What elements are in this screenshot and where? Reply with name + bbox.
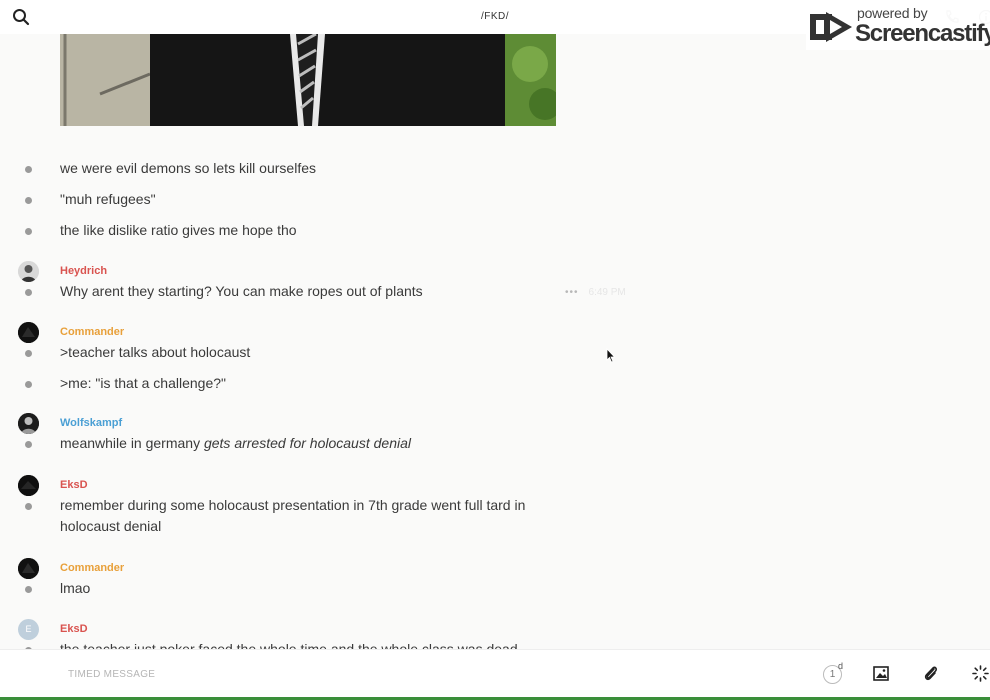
spinner-icon[interactable] xyxy=(972,665,989,687)
message-bullet xyxy=(25,381,32,388)
more-options-icon[interactable]: ••• xyxy=(565,287,579,298)
message-bullet xyxy=(25,228,32,235)
message-text: meanwhile in germany gets arrested for h… xyxy=(60,435,411,451)
message-group: E EksD the teacher just poker faced the … xyxy=(0,618,990,649)
embedded-image[interactable] xyxy=(60,34,556,126)
image-icon[interactable] xyxy=(873,666,889,686)
avatar[interactable] xyxy=(18,413,39,434)
author-name[interactable]: EksD xyxy=(60,623,88,635)
message-text: Why arent they starting? You can make ro… xyxy=(60,283,423,299)
timer-unit: d xyxy=(838,661,844,671)
message-text: >me: "is that a challenge?" xyxy=(60,375,226,391)
screencastify-logo-icon xyxy=(808,8,854,51)
avatar[interactable] xyxy=(18,475,39,496)
avatar[interactable] xyxy=(18,261,39,282)
mouse-cursor-icon xyxy=(606,347,616,368)
message-text: we were evil demons so lets kill ourself… xyxy=(60,160,316,176)
message-emphasis: gets arrested for holocaust denial xyxy=(203,435,411,451)
author-name[interactable]: Heydrich xyxy=(60,265,107,277)
paperclip-icon[interactable] xyxy=(923,665,939,687)
message-text: remember during some holocaust presentat… xyxy=(60,497,526,534)
watermark-line2: Screencastify xyxy=(855,20,990,47)
author-name[interactable]: Commander xyxy=(60,326,124,338)
author-name[interactable]: EksD xyxy=(60,479,88,491)
message-bullet xyxy=(25,503,32,510)
message-bullet xyxy=(25,289,32,296)
message-input[interactable]: TIMED MESSAGE xyxy=(68,669,155,680)
screencastify-watermark: powered by Screencastify xyxy=(806,4,990,50)
message-text: "muh refugees" xyxy=(60,191,156,207)
message-bullet xyxy=(25,441,32,448)
message-text: the teacher just poker faced the whole t… xyxy=(60,641,518,649)
message-timestamp: ••• 6:49 PM xyxy=(565,287,626,298)
author-name[interactable]: Commander xyxy=(60,562,124,574)
avatar[interactable]: E xyxy=(18,619,39,640)
watermark-line1: powered by xyxy=(857,5,928,21)
message-bullet xyxy=(25,350,32,357)
message-text: the like dislike ratio gives me hope tho xyxy=(60,222,297,238)
message-text: lmao xyxy=(60,580,91,596)
avatar[interactable] xyxy=(18,322,39,343)
message-bullet xyxy=(25,197,32,204)
message-bullet xyxy=(25,166,32,173)
author-name[interactable]: Wolfskampf xyxy=(60,417,122,429)
message-bullet xyxy=(25,586,32,593)
avatar[interactable] xyxy=(18,558,39,579)
message-text: >teacher talks about holocaust xyxy=(60,344,251,360)
